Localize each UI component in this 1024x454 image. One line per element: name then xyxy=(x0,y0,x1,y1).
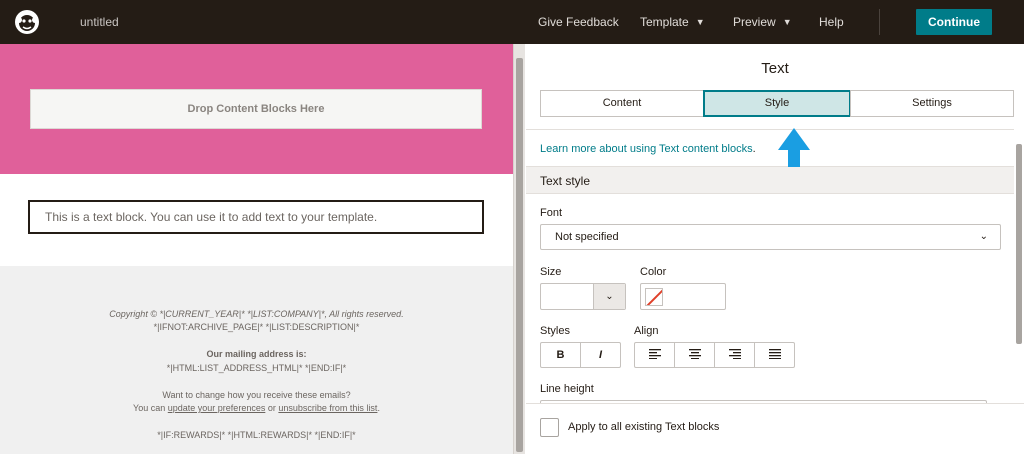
learn-more-suffix: . xyxy=(752,143,756,155)
footer-mailing-heading: Our mailing address is: xyxy=(206,349,307,359)
chevron-down-icon: ⌄ xyxy=(979,231,988,242)
font-select-value: Not specified xyxy=(555,231,619,243)
help-link[interactable]: Help xyxy=(819,15,844,29)
footer-rewards-line: *|IF:REWARDS|* *|HTML:REWARDS|* *|END:IF… xyxy=(157,430,356,440)
nav-divider xyxy=(879,9,880,35)
align-label: Align xyxy=(634,325,659,337)
chevron-down-icon: ▼ xyxy=(695,17,705,27)
italic-button[interactable]: I xyxy=(581,343,620,367)
footer-section[interactable]: Copyright © *|CURRENT_YEAR|* *|LIST:COMP… xyxy=(0,266,513,454)
footer-change-question: Want to change how you receive these ema… xyxy=(162,390,351,400)
footer-copyright: Copyright © *|CURRENT_YEAR|* *|LIST:COMP… xyxy=(109,309,404,319)
footer-preferences-line: You can update your preferences or unsub… xyxy=(0,403,513,413)
font-label: Font xyxy=(540,207,563,219)
give-feedback-link[interactable]: Give Feedback xyxy=(538,15,619,29)
chevron-down-icon[interactable]: ⌄ xyxy=(593,284,625,309)
align-justify-icon[interactable] xyxy=(755,343,794,367)
align-center-icon[interactable] xyxy=(675,343,715,367)
template-menu[interactable]: Template ▼ xyxy=(640,15,705,29)
update-preferences-link[interactable]: update your preferences xyxy=(168,403,266,413)
header-section: Drop Content Blocks Here xyxy=(0,44,513,174)
apply-all-label[interactable]: Apply to all existing Text blocks xyxy=(568,421,719,433)
size-select[interactable]: ⌄ xyxy=(540,283,626,310)
canvas-scrollbar-thumb[interactable] xyxy=(516,58,523,452)
panel-title: Text xyxy=(761,60,789,77)
email-canvas: Drop Content Blocks Here This is a text … xyxy=(0,44,513,454)
drop-zone[interactable]: Drop Content Blocks Here xyxy=(30,89,482,129)
footer-address-line: *|HTML:LIST_ADDRESS_HTML|* *|END:IF|* xyxy=(166,363,347,373)
preview-menu-label: Preview xyxy=(733,15,776,29)
apply-all-checkbox[interactable] xyxy=(540,418,559,437)
text-style-section-header: Text style xyxy=(526,167,1014,194)
text-settings-panel: Text Content Style Settings Learn more a… xyxy=(526,44,1024,454)
chevron-down-icon: ▼ xyxy=(782,17,792,27)
tab-style[interactable]: Style xyxy=(703,90,851,117)
text-style-title: Text style xyxy=(540,174,591,188)
canvas-scrollbar[interactable] xyxy=(513,44,525,454)
mailchimp-logo-icon[interactable] xyxy=(13,8,41,36)
color-picker[interactable] xyxy=(640,283,726,310)
align-left-icon[interactable] xyxy=(635,343,675,367)
tab-settings[interactable]: Settings xyxy=(850,90,1014,117)
learn-more-container: Learn more about using Text content bloc… xyxy=(540,143,756,155)
line-height-label: Line height xyxy=(540,383,594,395)
template-menu-label: Template xyxy=(640,15,689,29)
text-block[interactable]: This is a text block. You can use it to … xyxy=(28,200,484,234)
preview-menu[interactable]: Preview ▼ xyxy=(733,15,792,29)
unsubscribe-link[interactable]: unsubscribe from this list xyxy=(278,403,377,413)
align-button-group xyxy=(634,342,795,368)
tab-content[interactable]: Content xyxy=(540,90,704,117)
no-color-swatch-icon xyxy=(645,288,663,306)
continue-button[interactable]: Continue xyxy=(916,9,992,35)
font-select[interactable]: Not specified ⌄ xyxy=(540,224,1001,250)
apply-all-bar: Apply to all existing Text blocks xyxy=(526,403,1024,454)
top-bar: untitled Give Feedback Template ▼ Preview… xyxy=(0,0,1024,44)
panel-scrollbar[interactable] xyxy=(1014,129,1024,403)
footer-archive-line: *|IFNOT:ARCHIVE_PAGE|* *|LIST:DESCRIPTIO… xyxy=(153,322,360,332)
styles-button-group: B I xyxy=(540,342,621,368)
bold-button[interactable]: B xyxy=(541,343,581,367)
footer-or: or xyxy=(267,403,276,413)
footer-you-can: You can xyxy=(133,403,166,413)
size-label: Size xyxy=(540,266,562,278)
document-title[interactable]: untitled xyxy=(80,15,119,29)
footer-period: . xyxy=(377,403,380,413)
panel-scrollbar-thumb[interactable] xyxy=(1016,144,1022,344)
learn-more-row: Learn more about using Text content bloc… xyxy=(526,129,1014,167)
learn-more-link[interactable]: Learn more about using Text content bloc… xyxy=(540,143,753,155)
align-right-icon[interactable] xyxy=(715,343,755,367)
styles-label: Styles xyxy=(540,325,570,337)
color-label: Color xyxy=(640,266,667,278)
